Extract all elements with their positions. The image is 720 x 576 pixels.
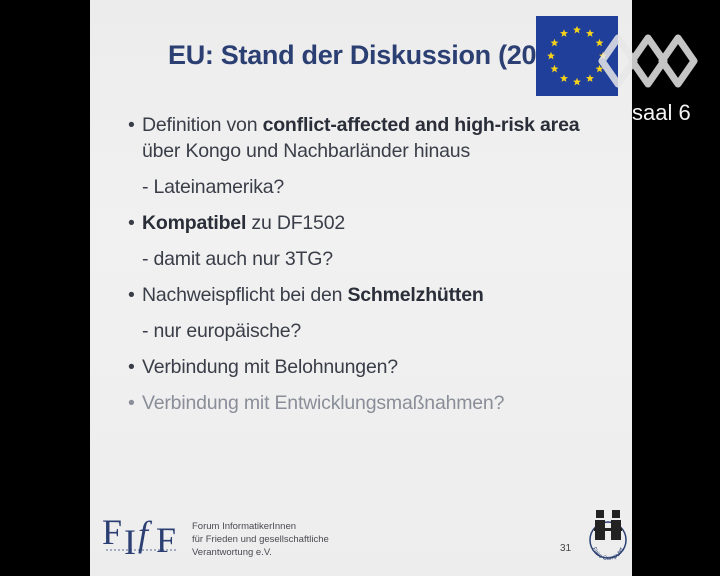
bold-text: Schmelzhütten xyxy=(347,284,484,306)
bullet-item: Verbindung mit Belohnungen? xyxy=(128,354,628,380)
bullet-item: Nachweispflicht bei den Schmelzhütten xyxy=(128,282,628,308)
svg-text:f: f xyxy=(138,514,153,554)
bullet-text: - damit auch nur 3TG? xyxy=(142,248,333,270)
flag-star-icon xyxy=(560,74,568,82)
bullet-text: Verbindung mit Entwicklungsmaßnahmen? xyxy=(142,392,505,414)
svg-text:F: F xyxy=(102,512,122,552)
sub-bullet-item: - Lateinamerika? xyxy=(128,174,628,200)
org-line: Verantwortung e.V. xyxy=(192,547,272,558)
bullet-text: Nachweispflicht bei den xyxy=(142,284,348,306)
fc-logo-text: Faire Computer xyxy=(591,547,626,563)
sub-bullet-item: - damit auch nur 3TG? xyxy=(128,246,628,272)
flag-star-icon xyxy=(547,51,555,60)
flag-star-icon xyxy=(573,25,581,34)
bold-text: Kompatibel xyxy=(142,212,247,234)
svg-text:F: F xyxy=(156,520,176,560)
org-line: Forum InformatikerInnen xyxy=(192,521,297,532)
sub-bullet-item: über Kongo und Nachbarländer hinaus xyxy=(128,138,628,164)
bullet-text: - nur europäische? xyxy=(142,320,301,342)
bullet-text: zu DF1502 xyxy=(246,212,345,234)
sub-bullet-item: - nur europäische? xyxy=(128,318,628,344)
bullet-list: Definition von conflict-affected and hig… xyxy=(128,112,628,416)
svg-text:Faire Computer: Faire Computer xyxy=(591,547,626,563)
slide-title: EU: Stand der Diskussion (2014) xyxy=(168,40,575,70)
presentation-slide: EU: Stand der Diskussion (2014) Definiti… xyxy=(90,0,632,576)
bullet-text: über Kongo und Nachbarländer hinaus xyxy=(142,140,470,162)
slide-page-number: 31 xyxy=(560,543,572,554)
organization-name: Forum InformatikerInnen für Frieden und … xyxy=(192,520,329,559)
flag-star-icon xyxy=(550,38,559,47)
bullet-text: Verbindung mit Belohnungen? xyxy=(142,356,398,378)
video-frame: EU: Stand der Diskussion (2014) Definiti… xyxy=(0,0,720,576)
flag-star-icon xyxy=(560,29,568,37)
org-line: für Frieden und gesellschaftliche xyxy=(192,534,329,545)
svg-text:I: I xyxy=(124,522,136,562)
bullet-text: Definition von xyxy=(142,114,263,136)
fair-computer-logo-icon: Faire Computer xyxy=(589,510,627,563)
flag-star-icon xyxy=(586,29,594,37)
bullet-text: - Lateinamerika? xyxy=(142,176,285,198)
flag-star-icon xyxy=(550,64,559,73)
bullet-item: Verbindung mit Entwicklungsmaßnahmen? xyxy=(128,390,628,416)
bullet-item: Definition von conflict-affected and hig… xyxy=(128,112,628,138)
fiff-logo-icon: F I f F xyxy=(102,512,178,562)
flag-star-icon xyxy=(586,74,594,82)
bold-text: conflict-affected and high-risk area xyxy=(262,114,580,136)
ccc-channel-logo-icon xyxy=(598,34,698,88)
flag-star-icon xyxy=(573,77,581,86)
bullet-item: Kompatibel zu DF1502 xyxy=(128,210,628,236)
channel-label: saal 6 xyxy=(632,100,691,125)
